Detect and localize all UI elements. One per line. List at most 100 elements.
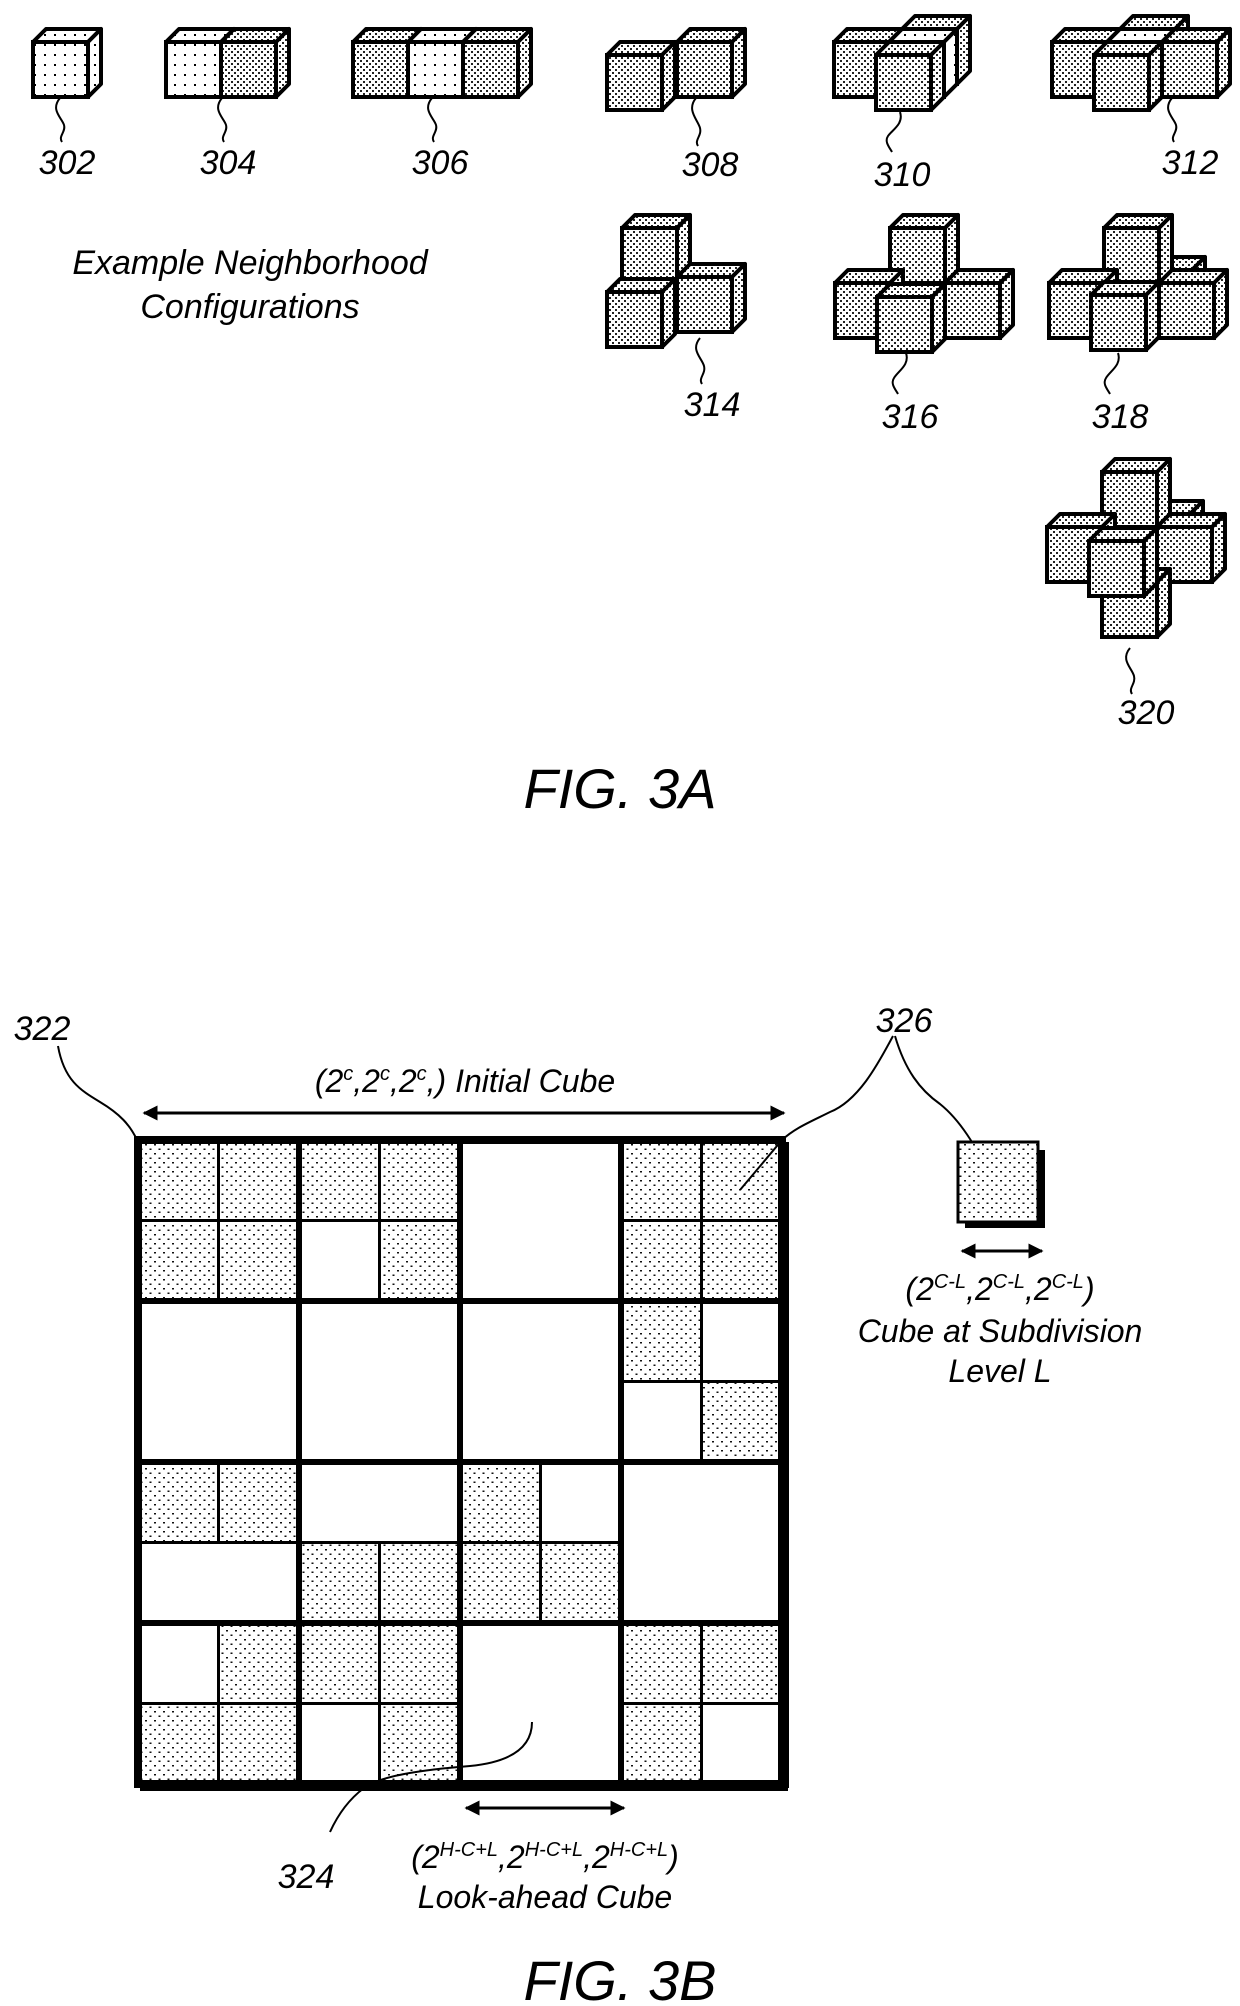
grid-block: [618, 1459, 785, 1626]
cube-front-left: [605, 277, 677, 349]
lookahead-cube-label: Look-ahead Cube: [418, 1879, 672, 1915]
label-320: 320: [1118, 694, 1175, 732]
configuration-302: [31, 27, 103, 99]
occupied-cell: [619, 1299, 703, 1383]
occupied-cell: [619, 1621, 703, 1705]
occupied-cell: [297, 1541, 381, 1625]
lead-line-310: [885, 111, 902, 153]
configuration-312: [1050, 14, 1232, 112]
label-324: 324: [278, 1858, 335, 1896]
grid-block: [618, 1620, 785, 1787]
lead-line-312: [1167, 97, 1178, 143]
occupied-cell: [217, 1621, 301, 1705]
label-314: 314: [684, 386, 741, 424]
lead-line-302: [55, 97, 66, 143]
empty-cell: [539, 1460, 623, 1544]
subdivision-cube-size: (2C-L,2C-L,2C-L): [905, 1271, 1094, 1307]
grid-block: [457, 1620, 624, 1787]
occupied-cell: [378, 1621, 462, 1705]
lead-line-322: [57, 1045, 138, 1141]
empty-cell: [700, 1299, 784, 1383]
configuration-304: [164, 27, 291, 99]
occupied-cell: [619, 1138, 703, 1222]
cube-front: [1087, 526, 1159, 598]
cube-right: [943, 268, 1015, 340]
label-306: 306: [412, 144, 469, 182]
cube-right: [461, 27, 533, 99]
grid-block: [135, 1459, 302, 1626]
grid-block: [135, 1620, 302, 1787]
empty-cell: [136, 1541, 301, 1625]
occupied-cell: [700, 1219, 784, 1303]
label-318: 318: [1092, 398, 1149, 436]
occupied-cell: [378, 1138, 462, 1222]
empty-cell: [297, 1219, 381, 1303]
grid-block: [296, 1298, 463, 1465]
configuration-306: [351, 27, 533, 99]
cube-front-left: [605, 40, 677, 112]
lead-line-320: [1125, 647, 1136, 695]
occupied-cell: [378, 1219, 462, 1303]
label-304: 304: [200, 144, 257, 182]
cube-right: [1160, 27, 1232, 99]
empty-cell: [136, 1299, 301, 1464]
cube-right: [219, 27, 291, 99]
occupied-cell: [297, 1621, 381, 1705]
cube-front: [875, 282, 947, 354]
occupied-cell: [136, 1138, 220, 1222]
occupied-cell: [378, 1541, 462, 1625]
subdivision-cube-label-line1: Cube at Subdivision: [858, 1313, 1143, 1349]
label-326: 326: [876, 1002, 933, 1040]
cube-front: [874, 40, 946, 112]
configurations-title-line1: Example Neighborhood: [72, 244, 428, 282]
patent-figure: 302 304 306 308 310 312 314 316 318 320 …: [14, 14, 1232, 2006]
occupied-cell: [217, 1219, 301, 1303]
grid-block: [135, 1298, 302, 1465]
occupied-cell: [297, 1138, 381, 1222]
grid-block: [135, 1137, 302, 1304]
empty-cell: [136, 1621, 220, 1705]
empty-cell: [458, 1299, 623, 1464]
lead-line-308: [691, 97, 702, 147]
occupied-cell: [136, 1219, 220, 1303]
empty-cell: [458, 1621, 623, 1786]
occupied-cell: [619, 1219, 703, 1303]
grid-block: [457, 1298, 624, 1465]
occupied-cell: [539, 1541, 623, 1625]
lead-line-316: [891, 352, 908, 395]
cube-right: [1157, 268, 1229, 340]
configuration-310: [832, 14, 972, 112]
initial-cube-grid: [134, 1136, 789, 1791]
lead-line-318: [1103, 352, 1120, 395]
occupied-cell: [136, 1460, 220, 1544]
lead-line-306: [427, 97, 438, 143]
occupied-cell: [700, 1380, 784, 1464]
configuration-318: [1047, 213, 1229, 352]
occupied-cell: [217, 1460, 301, 1544]
label-316: 316: [882, 398, 939, 436]
configuration-308: [605, 27, 747, 112]
figure-caption-3b: FIG. 3B: [524, 1949, 717, 2006]
occupied-cell: [700, 1138, 784, 1222]
figure-caption-3a: FIG. 3A: [524, 757, 717, 820]
occupied-cell: [619, 1702, 703, 1786]
configuration-314: [605, 213, 747, 349]
occupied-cell: [217, 1138, 301, 1222]
empty-cell: [297, 1299, 462, 1464]
label-310: 310: [874, 156, 931, 194]
grid-block: [618, 1137, 785, 1304]
cube-right: [675, 262, 747, 334]
subdivision-cube-label-line2: Level L: [948, 1353, 1051, 1389]
label-312: 312: [1162, 144, 1219, 182]
cube-center: [31, 27, 103, 99]
label-302: 302: [39, 144, 96, 182]
initial-cube-label: (2c,2c,2c,) Initial Cube: [315, 1063, 615, 1099]
subdivision-cube: [956, 1140, 1040, 1224]
empty-cell: [297, 1460, 462, 1544]
configuration-316: [833, 213, 1015, 354]
occupied-cell: [700, 1621, 784, 1705]
occupied-cell: [458, 1541, 542, 1625]
grid-block: [296, 1620, 463, 1787]
empty-cell: [700, 1702, 784, 1786]
label-308: 308: [682, 146, 739, 184]
